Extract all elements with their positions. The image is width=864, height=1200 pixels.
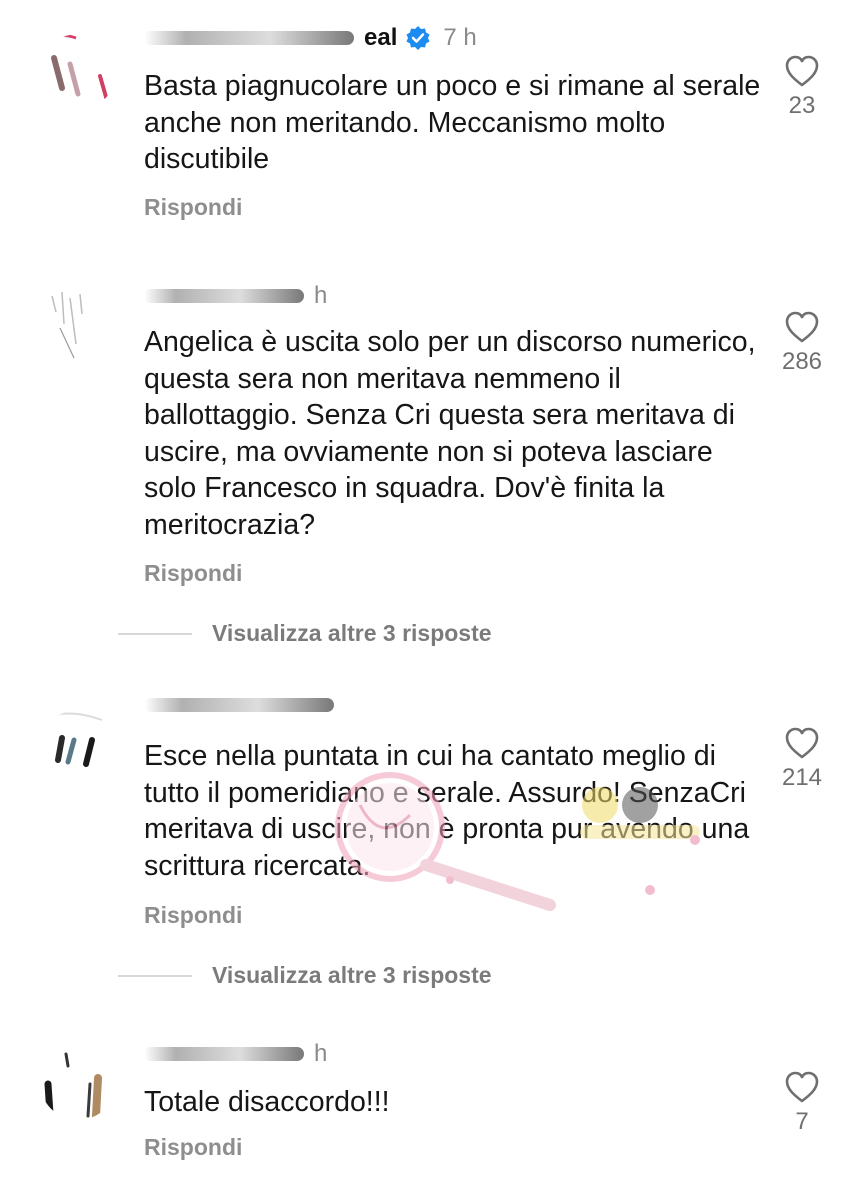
view-more-replies-label: Visualizza altre 3 risposte: [212, 620, 492, 646]
comment-time: h: [314, 282, 328, 309]
comment-1: eal 7 h Basta piagnucolare un poco e si …: [0, 0, 864, 240]
username-redacted: [144, 698, 334, 712]
comment-3: Esce nella puntata in cui ha cantato meg…: [0, 690, 864, 1010]
comment-text: Esce nella puntata in cui ha cantato meg…: [144, 740, 750, 882]
username-redacted: [144, 289, 304, 303]
divider-line: [118, 632, 192, 635]
comment-meta: h: [144, 282, 327, 310]
comment-4: h Totale disaccordo!!! Rispondi 7: [0, 1030, 864, 1200]
divider-line: [118, 974, 192, 977]
like-button[interactable]: 7: [770, 1070, 834, 1136]
comment-time: h: [314, 1040, 328, 1067]
like-button[interactable]: 286: [770, 310, 834, 376]
comment-2: h Angelica è uscita solo per un discorso…: [0, 270, 864, 670]
reply-button[interactable]: Rispondi: [144, 1134, 242, 1161]
comment-text: Totale disaccordo!!!: [144, 1086, 390, 1118]
avatar[interactable]: [40, 34, 116, 110]
avatar[interactable]: [40, 284, 116, 360]
like-count: 23: [788, 92, 816, 119]
like-count: 286: [781, 348, 823, 375]
comment-text: Angelica è uscita solo per un discorso n…: [144, 326, 756, 541]
comment-time: 7 h: [443, 24, 477, 51]
heart-outline-icon: [785, 1071, 819, 1103]
like-count: 7: [795, 1108, 809, 1135]
heart-outline-icon: [785, 727, 819, 759]
heart-outline-icon: [785, 55, 819, 87]
view-more-replies-button[interactable]: Visualizza altre 3 risposte: [118, 962, 492, 989]
comment-text: Basta piagnucolare un poco e si rimane a…: [144, 70, 761, 175]
reply-button[interactable]: Rispondi: [144, 560, 242, 587]
comment-meta: eal 7 h: [144, 24, 477, 52]
comment-meta: h: [144, 1040, 327, 1068]
username-redacted: [144, 1047, 304, 1061]
heart-outline-icon: [785, 311, 819, 343]
like-button[interactable]: 214: [770, 726, 834, 792]
like-count: 214: [781, 764, 823, 791]
avatar[interactable]: [40, 1044, 116, 1120]
avatar[interactable]: [40, 710, 116, 786]
like-button[interactable]: 23: [770, 54, 834, 120]
username[interactable]: eal: [364, 24, 397, 52]
view-more-replies-label: Visualizza altre 3 risposte: [212, 962, 492, 988]
username-redacted: [144, 31, 354, 45]
verified-badge-icon: [405, 25, 431, 51]
reply-button[interactable]: Rispondi: [144, 194, 242, 221]
comment-meta: [144, 698, 344, 712]
view-more-replies-button[interactable]: Visualizza altre 3 risposte: [118, 620, 492, 647]
reply-button[interactable]: Rispondi: [144, 902, 242, 929]
